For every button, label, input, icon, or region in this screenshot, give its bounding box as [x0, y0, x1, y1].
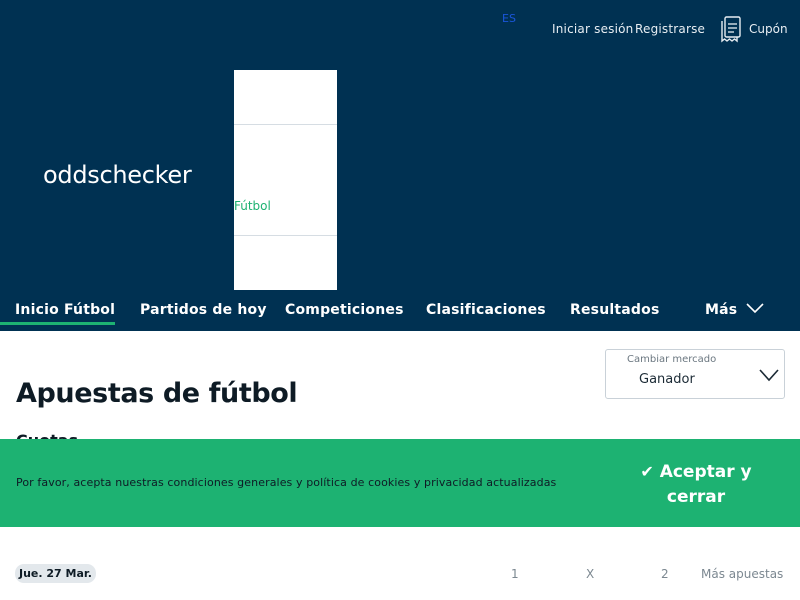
dropdown-divider: [234, 124, 337, 235]
column-header-draw: X: [586, 567, 595, 581]
market-selector[interactable]: Cambiar mercado Ganador: [605, 349, 785, 399]
accept-button-label-line1: Aceptar y: [659, 462, 752, 482]
register-link[interactable]: Registrarse: [635, 22, 705, 36]
login-link[interactable]: Iniciar sesión: [552, 22, 633, 36]
accept-cookies-button[interactable]: ✔ Aceptar y cerrar: [630, 459, 762, 510]
nav-item-partidos-de-hoy[interactable]: Partidos de hoy: [140, 302, 267, 318]
coupon-link[interactable]: Cupón: [749, 22, 788, 36]
market-selector-value: Ganador: [639, 372, 695, 387]
column-header-away: 2: [661, 567, 669, 581]
coupon-icon[interactable]: [720, 16, 742, 44]
main-nav: Inicio Fútbol Partidos de hoy Competicio…: [0, 292, 800, 331]
nav-item-clasificaciones[interactable]: Clasificaciones: [426, 302, 546, 318]
page-title: Apuestas de fútbol: [16, 378, 298, 409]
site-logo[interactable]: oddschecker: [43, 161, 192, 189]
date-badge: Jue. 27 Mar.: [15, 564, 96, 583]
site-header: ES Iniciar sesión Registrarse Cupón odds…: [0, 0, 800, 331]
checkmark-icon: ✔: [640, 462, 654, 481]
dropdown-divider: [234, 235, 337, 290]
nav-item-competiciones[interactable]: Competiciones: [285, 302, 404, 318]
cookie-banner-text: Por favor, acepta nuestras condiciones g…: [16, 476, 557, 489]
dropdown-item-futbol[interactable]: Fútbol: [234, 199, 271, 213]
nav-item-inicio-futbol[interactable]: Inicio Fútbol: [15, 302, 115, 318]
chevron-down-icon: [759, 369, 779, 382]
column-header-home: 1: [511, 567, 519, 581]
accept-button-label-line2: cerrar: [666, 487, 726, 507]
nav-item-resultados[interactable]: Resultados: [570, 302, 660, 318]
active-nav-indicator: [0, 322, 115, 325]
cookie-banner: Por favor, acepta nuestras condiciones g…: [0, 439, 800, 527]
market-selector-caption: Cambiar mercado: [627, 354, 717, 365]
column-header-more-bets[interactable]: Más apuestas: [701, 567, 783, 581]
nav-item-mas[interactable]: Más: [705, 302, 737, 318]
chevron-down-icon[interactable]: [746, 302, 764, 314]
language-selector[interactable]: ES: [502, 12, 516, 25]
sport-dropdown-menu: Fútbol: [234, 70, 337, 290]
